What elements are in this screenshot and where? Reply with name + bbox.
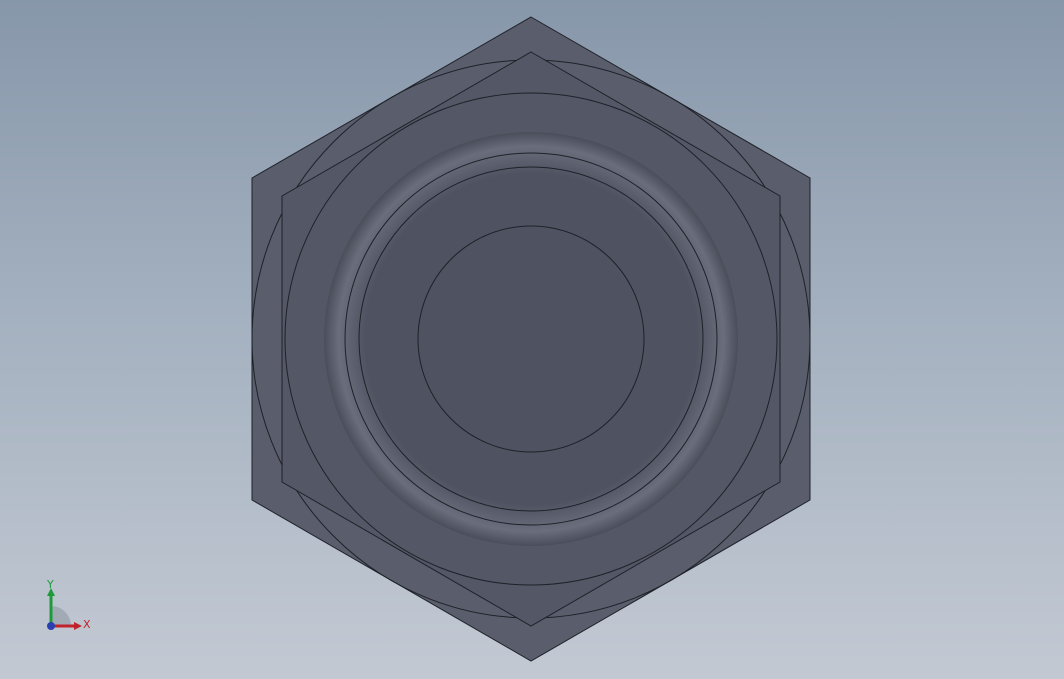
raised-ring[interactable] <box>324 132 738 546</box>
graphics-viewport[interactable]: Y X <box>0 0 1064 679</box>
coordinate-triad: Y X <box>46 578 91 631</box>
x-axis-arrow <box>74 622 82 630</box>
y-axis-label: Y <box>46 578 54 591</box>
z-axis-dot <box>47 622 55 630</box>
model-view[interactable] <box>0 0 1064 679</box>
triad-shading <box>51 606 71 626</box>
x-axis-label: X <box>83 618 91 631</box>
